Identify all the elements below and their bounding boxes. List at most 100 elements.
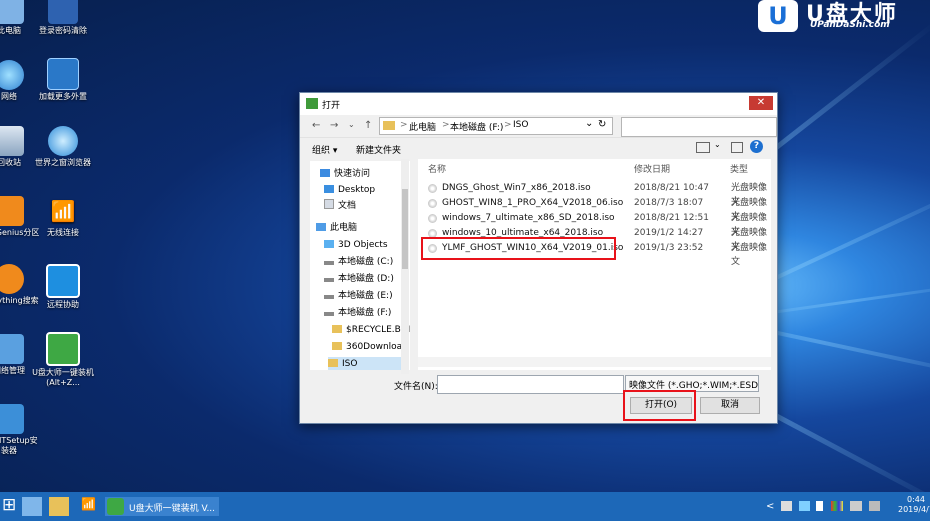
computer-icon [0, 0, 24, 24]
start-button[interactable]: ⊞ [2, 495, 16, 515]
nav-item-360download[interactable]: 360Download [332, 340, 408, 354]
disc-image-icon [428, 199, 437, 208]
key-icon [48, 0, 78, 24]
nav-item-drive-e[interactable]: 本地磁盘 (E:) [324, 289, 393, 303]
taskbar-active-task[interactable]: U盘大师一键装机 V... [105, 497, 219, 516]
nav-item-drive-c[interactable]: 本地磁盘 (C:) [324, 255, 393, 269]
upan-installer-icon [107, 498, 124, 515]
tray-battery-icon[interactable] [816, 501, 823, 511]
desktop-icon-password-clear[interactable]: 登录密码清除 [32, 0, 94, 36]
remote-assist-icon [46, 264, 80, 298]
scrollbar-thumb[interactable] [402, 189, 408, 269]
new-folder-button[interactable]: 新建文件夹 [356, 143, 401, 156]
folder-icon [332, 325, 342, 333]
nav-item-recycle-bin-folder[interactable]: $RECYCLE.BIN [332, 323, 410, 337]
breadcrumb-sep: > [400, 120, 408, 130]
command-toolbar: 组织 ▾ 新建文件夹 ⌄ ? [300, 137, 777, 158]
navigation-scrollbar[interactable] [401, 159, 409, 374]
chevron-down-icon[interactable]: ⌄ [585, 118, 593, 129]
preview-pane-icon[interactable] [731, 142, 743, 153]
desktop-icon-winntsetup[interactable]: WinNTSetup安装器 [0, 404, 40, 456]
taskbar-desktop-icon[interactable] [22, 497, 42, 516]
breadcrumb-sep: > [442, 120, 450, 130]
drive-icon [324, 278, 334, 282]
nav-item-drive-f[interactable]: 本地磁盘 (F:) [324, 306, 391, 320]
nav-item-drive-d[interactable]: 本地磁盘 (D:) [324, 272, 394, 286]
volume-icon[interactable] [869, 501, 880, 511]
clock[interactable]: 0:44 2019/4/7 [898, 495, 930, 515]
tray-app-icon[interactable] [831, 501, 843, 511]
chevron-down-icon[interactable]: ⌄ [714, 140, 721, 149]
cancel-button[interactable]: 取消 [700, 397, 760, 414]
desktop-icon-wireless[interactable]: 📶 无线连接 [32, 196, 94, 238]
setup-icon [0, 404, 24, 434]
file-highlight-box [421, 237, 616, 260]
folder-icon [383, 121, 395, 130]
column-header-date[interactable]: 修改日期 [634, 162, 670, 175]
desktop-icon-load-more[interactable]: 加载更多外置 [32, 58, 94, 102]
file-row[interactable]: GHOST_WIN8_1_PRO_X64_V2018_06.iso 2018/7… [418, 196, 771, 222]
disc-image-icon [428, 184, 437, 193]
nav-item-this-pc[interactable]: 此电脑 [316, 221, 357, 235]
column-header-name[interactable]: 名称 [428, 162, 446, 175]
recent-locations-icon[interactable]: ⌄ [348, 120, 355, 129]
file-row[interactable]: DNGS_Ghost_Win7_x86_2018.iso 2018/8/21 1… [418, 181, 771, 207]
help-icon[interactable]: ? [750, 140, 763, 153]
nav-item-documents[interactable]: 文档 [324, 199, 356, 213]
tray-keyboard-icon[interactable] [781, 501, 792, 511]
breadcrumb-this-pc[interactable]: 此电脑 [409, 120, 436, 133]
computer-icon [316, 223, 326, 231]
nav-item-quick-access[interactable]: 快速访问 [320, 167, 370, 181]
nav-item-desktop[interactable]: Desktop [324, 183, 375, 197]
expand-icon [47, 58, 79, 90]
column-header-type[interactable]: 类型 [730, 162, 748, 175]
dialog-title: 打开 [322, 101, 341, 111]
filename-input[interactable] [437, 375, 624, 394]
globe-icon [48, 126, 78, 156]
tray-display-icon[interactable] [850, 501, 862, 511]
address-bar[interactable]: > 此电脑 > 本地磁盘 (F:) > ISO ⌄ ↻ [379, 117, 613, 135]
refresh-icon[interactable]: ↻ [598, 119, 606, 130]
back-icon[interactable]: ← [312, 120, 320, 131]
folder-icon [328, 359, 338, 367]
view-icon[interactable] [696, 142, 710, 153]
recycle-bin-icon [0, 126, 24, 156]
navigation-pane: 快速访问 Desktop 文档 此电脑 3D Objects 本地磁盘 (C:)… [310, 161, 410, 370]
magnifier-icon [0, 264, 24, 294]
forward-icon[interactable]: → [330, 120, 338, 131]
dialog-app-icon [306, 98, 318, 109]
taskbar: ⊞ 📶 U盘大师一键装机 V... < 0:44 2019/4/7 [0, 492, 930, 521]
taskbar-wireless-icon[interactable]: 📶 [81, 497, 99, 516]
disc-image-icon [428, 214, 437, 223]
show-hidden-icons[interactable]: < [766, 501, 774, 512]
open-file-dialog: 打开 ✕ ← → ⌄ ↑ > 此电脑 > 本地磁盘 (F:) > ISO ⌄ ↻… [299, 92, 778, 424]
breadcrumb-sep: > [504, 120, 512, 130]
search-input[interactable] [621, 117, 777, 137]
desktop-icon [324, 185, 334, 193]
desktop-icon-browser[interactable]: 世界之窗浏览器 [32, 126, 94, 168]
brand-logo: U U盘大师 UPanDaShi.com [752, 0, 930, 34]
tray-network-icon[interactable] [799, 501, 810, 511]
cube-icon [324, 240, 334, 248]
up-icon[interactable]: ↑ [364, 120, 372, 131]
desktop-icon-upan-installer[interactable]: U盘大师一键装机(Alt+Z... [32, 332, 94, 388]
nav-item-iso[interactable]: ISO [328, 357, 408, 370]
clock-date: 2019/4/7 [898, 505, 930, 514]
nav-item-3d-objects[interactable]: 3D Objects [324, 238, 388, 252]
breadcrumb-drive[interactable]: 本地磁盘 (F:) [450, 120, 503, 133]
breadcrumb-iso[interactable]: ISO [513, 120, 528, 130]
desktop: 此电脑 网络 回收站 DiskGenius分区 Everything搜索 网络管… [0, 0, 930, 492]
drive-icon [324, 295, 334, 299]
diskgenius-icon [0, 196, 24, 226]
upan-installer-icon [46, 332, 80, 366]
sort-ascending-icon: ^ [522, 159, 530, 166]
file-list: 名称 ^ 修改日期 类型 DNGS_Ghost_Win7_x86_2018.is… [418, 159, 771, 370]
close-button[interactable]: ✕ [749, 96, 773, 110]
file-row[interactable]: windows_7_ultimate_x86_SD_2018.iso 2018/… [418, 211, 771, 237]
organize-menu[interactable]: 组织 ▾ [312, 143, 337, 156]
desktop-icon-remote-assist[interactable]: 远程协助 [32, 264, 94, 310]
taskbar-explorer-icon[interactable] [49, 497, 69, 516]
horizontal-scrollbar[interactable] [418, 357, 771, 367]
drive-icon [324, 261, 334, 265]
clock-time: 0:44 [906, 495, 925, 504]
